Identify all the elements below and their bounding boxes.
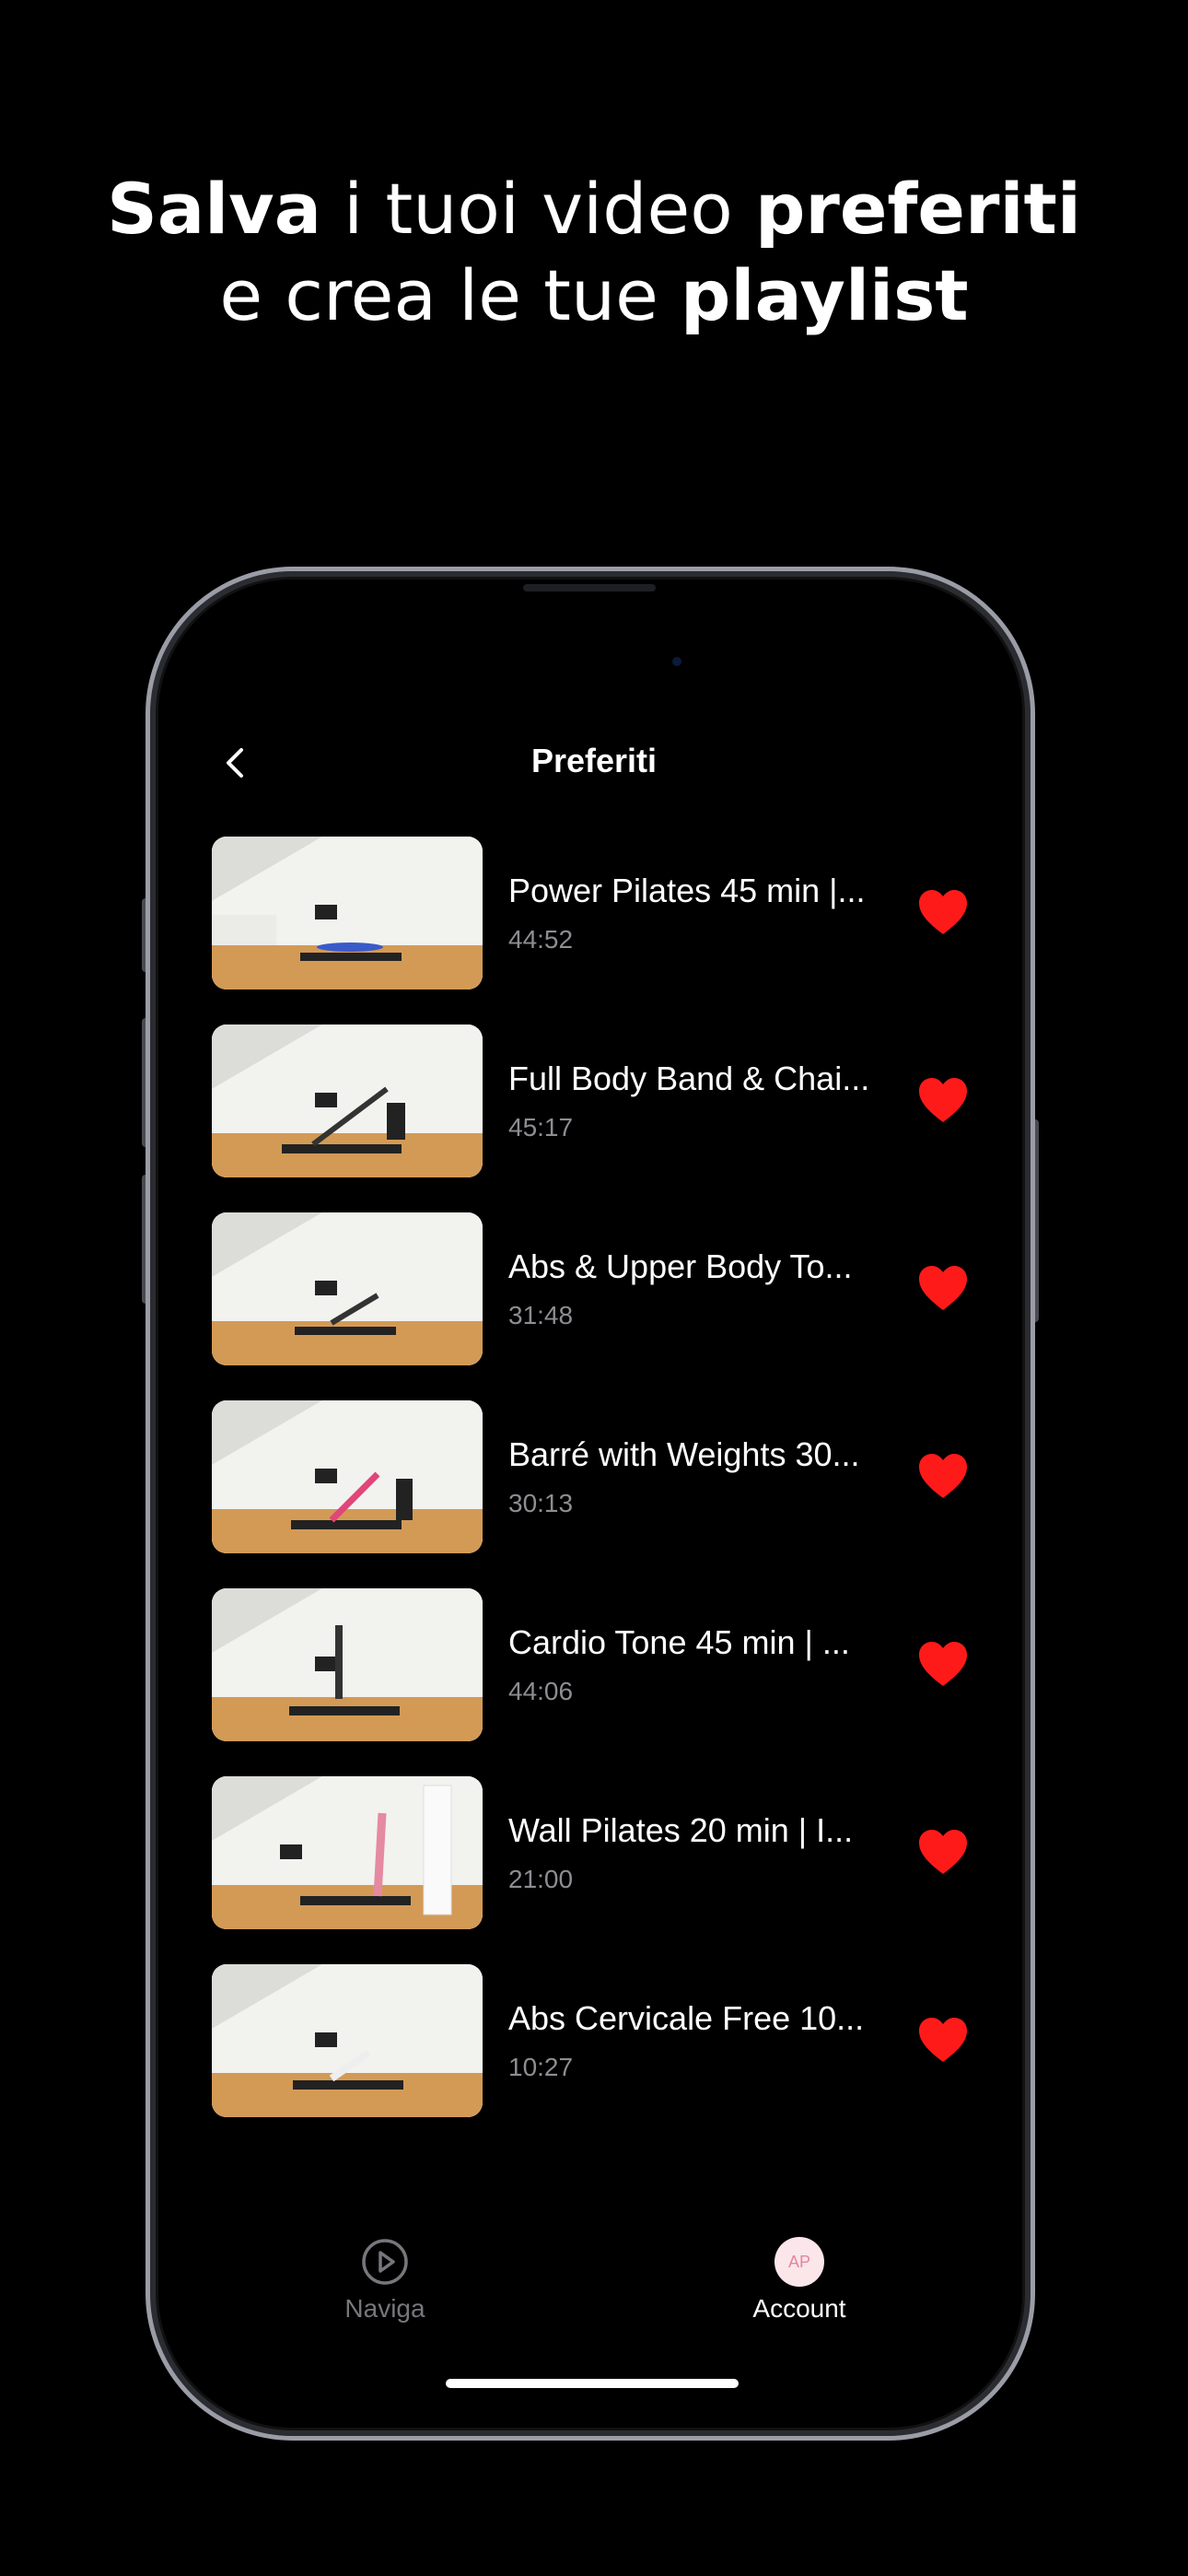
video-thumbnail[interactable] [212,1964,483,2117]
video-duration: 45:17 [508,1113,574,1142]
favorite-row[interactable]: Wall Pilates 20 min | I... 21:00 [212,1776,976,1964]
home-indicator[interactable] [446,2379,739,2388]
phone-speaker [523,584,656,591]
video-title: Abs Cervicale Free 10... [508,1999,865,2037]
favorites-list: Power Pilates 45 min |... 44:52 Full Bod… [212,837,976,2152]
video-title: Full Body Band & Chai... [508,1060,870,1097]
video-thumbnail[interactable] [212,1400,483,1553]
favorite-row[interactable]: Cardio Tone 45 min | ... 44:06 [212,1588,976,1776]
heart-icon[interactable] [917,888,969,936]
avatar: AP [775,2237,824,2287]
video-duration: 10:27 [508,2053,574,2081]
video-thumbnail[interactable] [212,837,483,989]
heart-icon[interactable] [917,1076,969,1124]
video-title: Cardio Tone 45 min | ... [508,1623,850,1661]
video-title: Abs & Upper Body To... [508,1247,853,1285]
heart-icon[interactable] [917,1828,969,1876]
favorite-row[interactable]: Barré with Weights 30... 30:13 [212,1400,976,1588]
play-circle-icon [362,2239,408,2285]
video-duration: 44:52 [508,925,574,954]
tab-naviga-label: Naviga [344,2294,425,2323]
tab-account[interactable]: AP Account [735,2237,864,2324]
page-title: Preferiti [530,742,658,779]
video-duration: 30:13 [508,1489,574,1517]
tab-naviga[interactable]: Naviga [320,2237,449,2324]
marketing-headline: Salva i tuoi video preferiti e crea le t… [0,166,1188,339]
heart-icon[interactable] [917,2016,969,2064]
favorite-row[interactable]: Abs Cervicale Free 10... 10:27 [212,1964,976,2152]
headline-line-1: Salva i tuoi video preferiti [107,168,1081,250]
phone-camera [672,657,681,666]
favorite-row[interactable]: Full Body Band & Chai... 45:17 [212,1025,976,1212]
headline-line-2: e crea le tue playlist [219,254,969,336]
video-title: Power Pilates 45 min |... [508,872,866,909]
video-title: Barré with Weights 30... [508,1435,860,1473]
favorite-row[interactable]: Abs & Upper Body To... 31:48 [212,1212,976,1400]
video-thumbnail[interactable] [212,1025,483,1177]
video-duration: 44:06 [508,1677,574,1705]
heart-icon[interactable] [917,1640,969,1688]
video-duration: 21:00 [508,1865,574,1893]
video-title: Wall Pilates 20 min | I... [508,1811,854,1849]
video-thumbnail[interactable] [212,1776,483,1929]
favorite-row[interactable]: Power Pilates 45 min |... 44:52 [212,837,976,1025]
heart-icon[interactable] [917,1264,969,1312]
video-thumbnail[interactable] [212,1212,483,1365]
video-duration: 31:48 [508,1301,574,1329]
heart-icon[interactable] [917,1452,969,1500]
tab-account-label: Account [752,2294,846,2323]
video-thumbnail[interactable] [212,1588,483,1741]
